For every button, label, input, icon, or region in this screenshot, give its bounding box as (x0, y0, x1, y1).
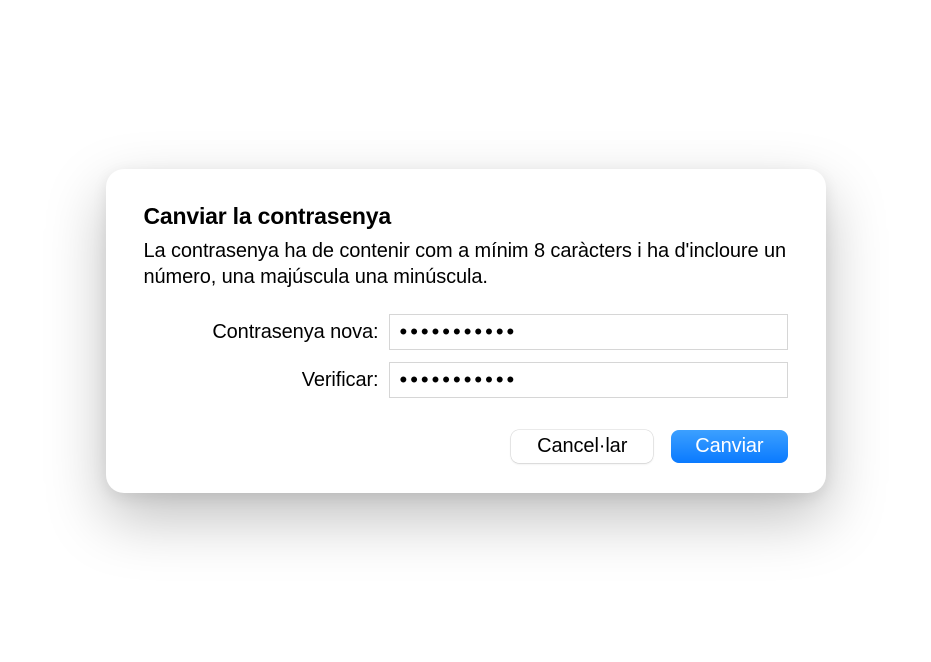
verify-password-row: Verificar: (144, 362, 788, 398)
change-password-dialog: Canviar la contrasenya La contrasenya ha… (106, 169, 826, 493)
verify-password-input[interactable] (389, 362, 788, 398)
new-password-label: Contrasenya nova: (144, 321, 389, 344)
dialog-title: Canviar la contrasenya (144, 203, 788, 230)
new-password-row: Contrasenya nova: (144, 314, 788, 350)
cancel-button[interactable]: Cancel·lar (511, 430, 653, 463)
confirm-button[interactable]: Canviar (671, 430, 787, 463)
new-password-input[interactable] (389, 314, 788, 350)
verify-password-label: Verificar: (144, 369, 389, 392)
button-row: Cancel·lar Canviar (144, 430, 788, 463)
dialog-description: La contrasenya ha de contenir com a míni… (144, 238, 788, 290)
